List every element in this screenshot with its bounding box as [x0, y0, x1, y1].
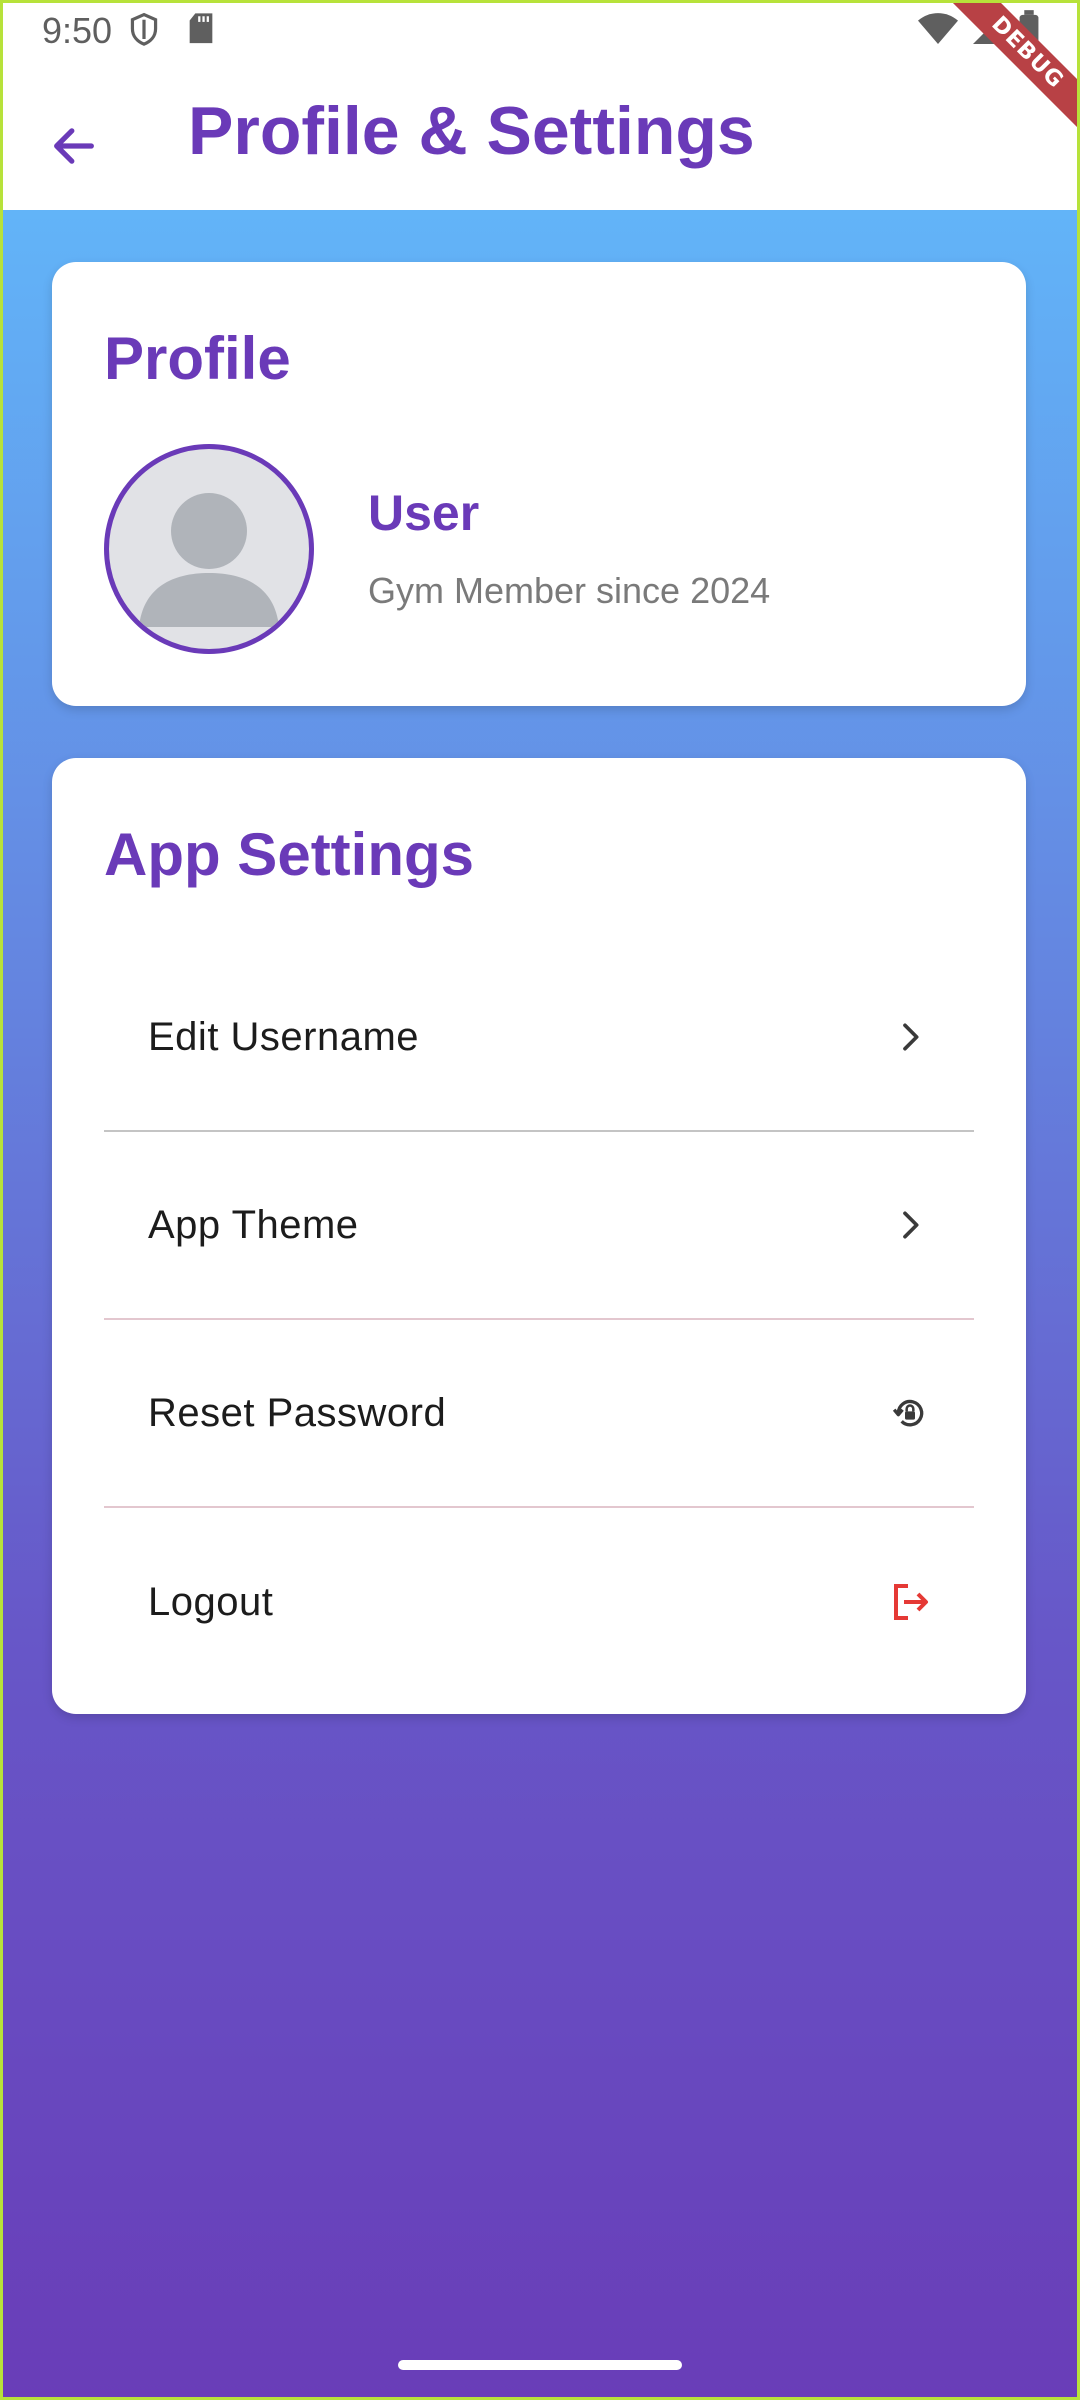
back-button[interactable] — [30, 102, 118, 190]
settings-item-label: Edit Username — [148, 1014, 420, 1059]
status-bar: 9:50 — [0, 0, 1080, 62]
debug-ribbon-label: DEBUG — [933, 0, 1080, 147]
settings-card: App Settings Edit Username App Theme Res… — [52, 758, 1026, 1714]
settings-item-edit-username[interactable]: Edit Username — [104, 944, 974, 1132]
settings-item-logout[interactable]: Logout — [104, 1508, 974, 1696]
debug-ribbon: DEBUG — [930, 0, 1080, 150]
settings-item-label: Reset Password — [148, 1390, 447, 1435]
user-name: User — [368, 485, 480, 541]
settings-item-reset-password[interactable]: Reset Password — [104, 1320, 974, 1508]
back-arrow-icon — [54, 128, 94, 164]
lock-reset-icon — [886, 1389, 934, 1437]
app-bar: Profile & Settings — [0, 62, 1080, 210]
person-placeholder-icon — [139, 493, 279, 627]
member-since-text: Gym Member since 2024 — [368, 570, 771, 611]
profile-card: Profile User Gym Member since 2024 — [52, 262, 1026, 706]
settings-item-app-theme[interactable]: App Theme — [104, 1132, 974, 1320]
status-time: 9:50 — [42, 10, 113, 51]
logout-icon — [886, 1578, 934, 1626]
page-title: Profile & Settings — [188, 93, 755, 169]
main-content: Profile User Gym Member since 2024 App S… — [0, 210, 1080, 2400]
settings-card-title: App Settings — [104, 821, 474, 888]
sd-card-icon — [186, 12, 216, 51]
profile-card-title: Profile — [104, 325, 291, 392]
chevron-right-icon — [886, 1013, 934, 1061]
settings-item-label: Logout — [148, 1579, 274, 1624]
avatar[interactable] — [104, 444, 314, 654]
settings-list: Edit Username App Theme Reset Password L… — [104, 944, 974, 1696]
home-indicator[interactable] — [398, 2360, 682, 2370]
settings-item-label: App Theme — [148, 1202, 359, 1247]
chevron-right-icon — [886, 1201, 934, 1249]
shield-icon — [128, 12, 160, 53]
